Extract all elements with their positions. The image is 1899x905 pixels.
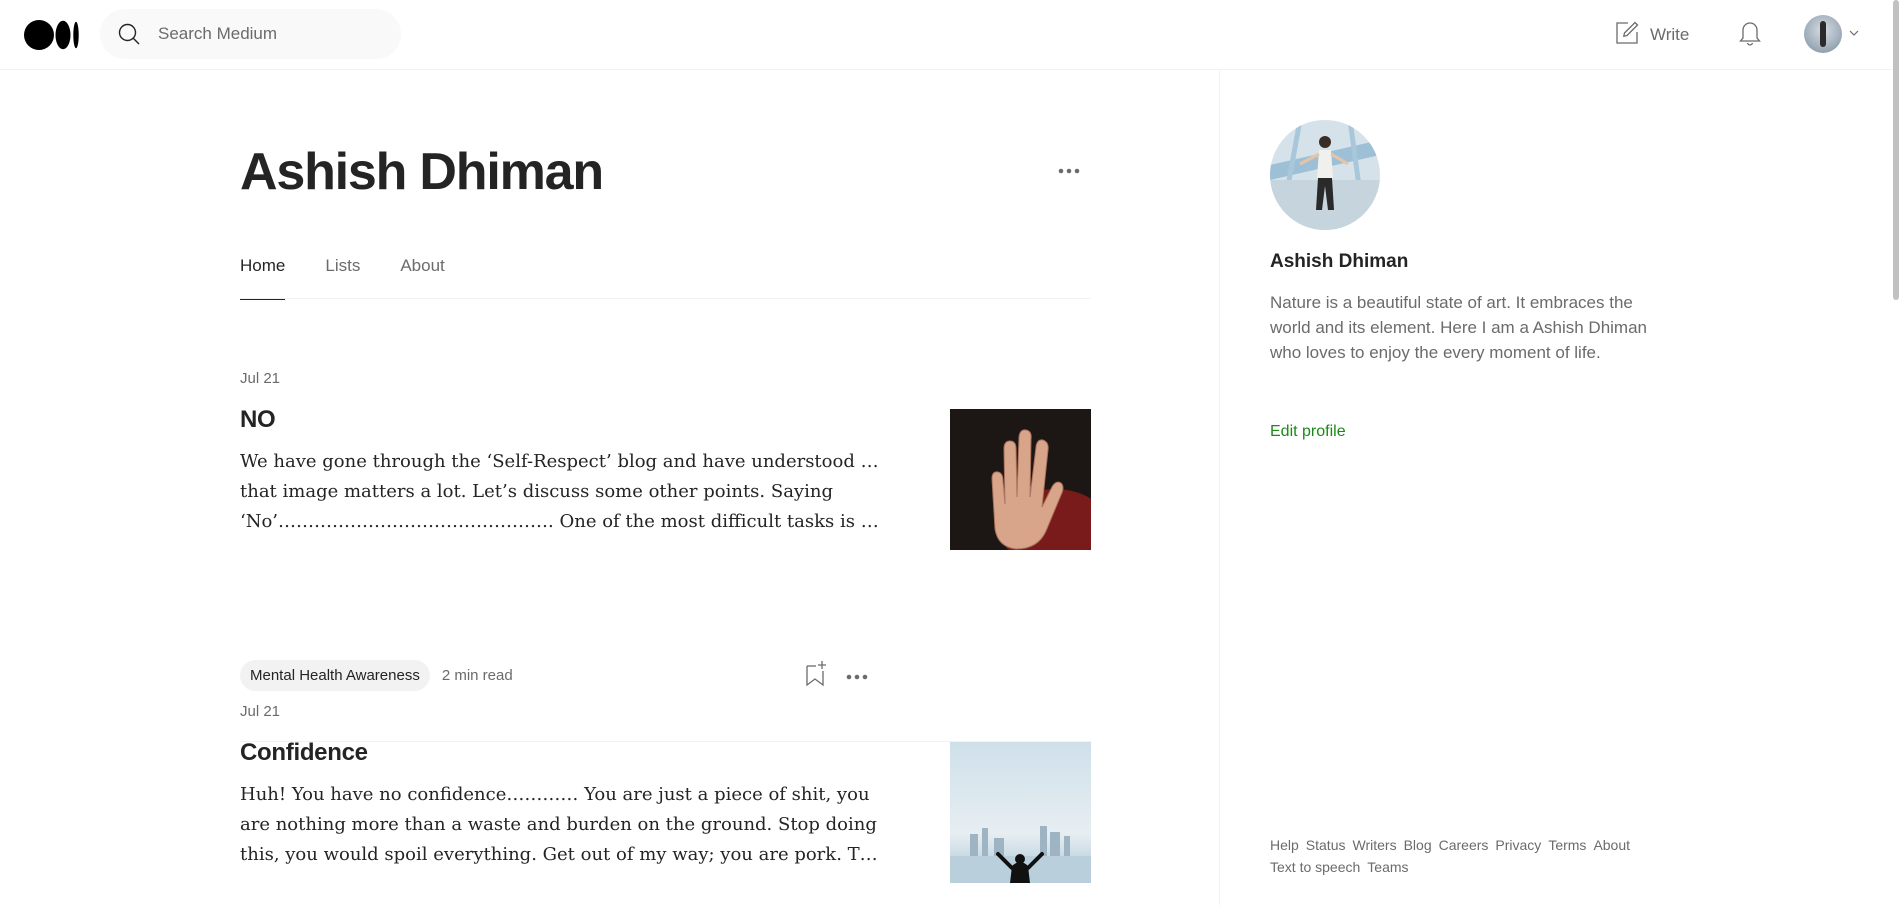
tab-lists[interactable]: Lists: [325, 253, 360, 299]
footer-link-careers[interactable]: Careers: [1439, 835, 1489, 855]
medium-logo[interactable]: [24, 20, 82, 50]
excerpt-line: that image matters a lot. Let’s discuss …: [240, 481, 833, 502]
footer-link-blog[interactable]: Blog: [1404, 835, 1432, 855]
profile-photo: [1270, 120, 1380, 230]
more-horizontal-icon: [846, 667, 868, 685]
city-skyline-image: [950, 742, 1091, 883]
page-scrollbar[interactable]: [1893, 0, 1899, 300]
write-icon: [1614, 20, 1640, 51]
search-input[interactable]: [158, 24, 378, 44]
article-date: Jul 21: [240, 703, 281, 720]
bell-icon: [1737, 19, 1763, 52]
search-bar[interactable]: [100, 9, 401, 59]
footer-link-help[interactable]: Help: [1270, 835, 1299, 855]
tab-about[interactable]: About: [400, 253, 444, 299]
top-navigation-bar: Write: [0, 0, 1899, 70]
profile-tabs: Home Lists About: [240, 253, 1091, 300]
article-title[interactable]: Confidence: [240, 739, 368, 767]
search-icon: [116, 21, 142, 47]
footer-link-terms[interactable]: Terms: [1548, 835, 1586, 855]
article-excerpt[interactable]: Huh! You have no confidence………… You are …: [240, 780, 880, 870]
write-button[interactable]: Write: [1614, 19, 1689, 51]
footer-link-text-to-speech[interactable]: Text to speech: [1270, 857, 1360, 877]
profile-avatar[interactable]: [1270, 120, 1380, 230]
user-menu-button[interactable]: [1804, 15, 1860, 53]
footer-link-writers[interactable]: Writers: [1353, 835, 1397, 855]
article-thumbnail[interactable]: [950, 409, 1091, 550]
footer-link-privacy[interactable]: Privacy: [1495, 835, 1541, 855]
footer-link-about[interactable]: About: [1593, 835, 1630, 855]
article-more-button[interactable]: [844, 666, 870, 686]
bookmark-add-icon: [804, 659, 828, 692]
article-thumbnail[interactable]: [950, 742, 1091, 883]
sidebar-profile-name[interactable]: Ashish Dhiman: [1270, 251, 1408, 273]
footer-links: Help Status Writers Blog Careers Privacy…: [1270, 835, 1650, 877]
avatar: [1804, 15, 1842, 53]
more-horizontal-icon: [1058, 161, 1080, 179]
footer-link-status[interactable]: Status: [1306, 835, 1346, 855]
edit-profile-link[interactable]: Edit profile: [1270, 423, 1346, 441]
profile-sidebar: Ashish Dhiman Nature is a beautiful stat…: [1221, 70, 1899, 905]
excerpt-line: ‘No’………………………………………. One of the most dif…: [240, 511, 880, 532]
excerpt-line: Huh! You have no confidence………… You are …: [240, 784, 870, 805]
profile-bio: Nature is a beautiful state of art. It e…: [1270, 293, 1648, 362]
read-time: 2 min read: [441, 667, 513, 684]
main-column: Ashish Dhiman Home Lists About Jul 21 NO…: [0, 70, 1220, 905]
raised-hand-image: [950, 409, 1091, 550]
footer-link-teams[interactable]: Teams: [1367, 857, 1408, 877]
topic-tag[interactable]: Mental Health Awareness: [240, 660, 430, 691]
article-meta: Mental Health Awareness 2 min read: [240, 660, 513, 691]
excerpt-line: are nothing more than a waste and burden…: [240, 814, 877, 835]
profile-more-button[interactable]: [1054, 160, 1084, 180]
notifications-button[interactable]: [1734, 19, 1766, 51]
chevron-down-icon: [1848, 25, 1860, 43]
bookmark-button[interactable]: [803, 660, 829, 690]
article-excerpt[interactable]: We have gone through the ‘Self-Respect’ …: [240, 447, 880, 537]
article-title[interactable]: NO: [240, 406, 276, 434]
article-date: Jul 21: [240, 370, 281, 387]
page-title: Ashish Dhiman: [240, 143, 604, 201]
write-label: Write: [1650, 25, 1690, 44]
excerpt-line: We have gone through the ‘Self-Respect’ …: [240, 451, 880, 472]
tab-home[interactable]: Home: [240, 253, 286, 300]
article-card[interactable]: Jul 21 NO We have gone through the ‘Self…: [240, 370, 1091, 742]
excerpt-line: this, you would spoil everything. Get ou…: [240, 844, 880, 865]
